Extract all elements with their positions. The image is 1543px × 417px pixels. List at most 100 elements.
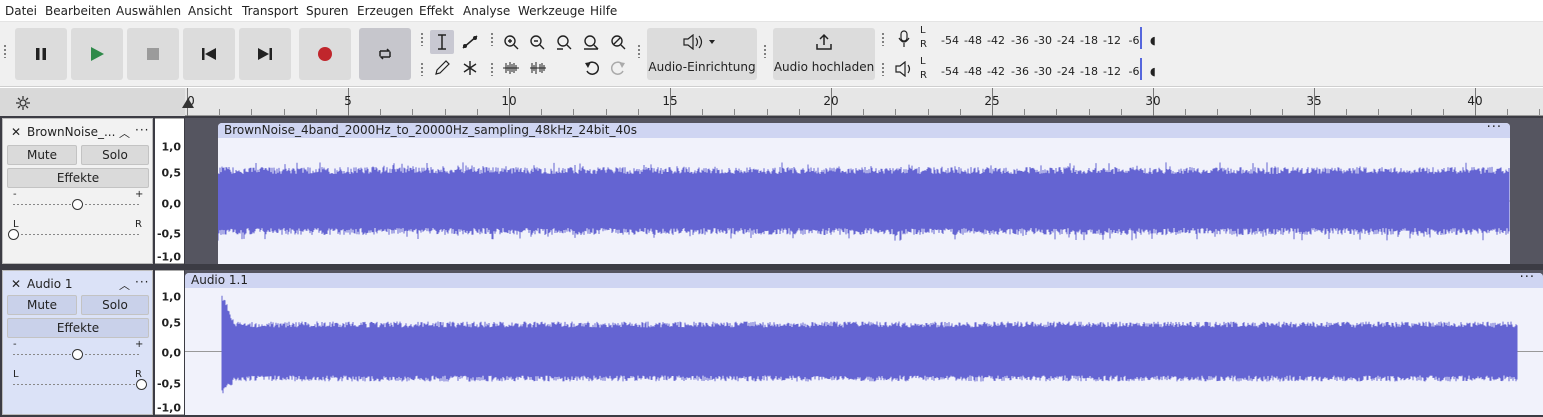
menu-analyse[interactable]: Analyse [463, 4, 510, 18]
multi-tool-button[interactable] [458, 56, 482, 80]
ruler-minor-tick [1346, 109, 1348, 115]
pan-slider-handle[interactable] [136, 379, 147, 390]
toolbar-grip[interactable] [763, 44, 767, 58]
menu-datei[interactable]: Datei [5, 4, 37, 18]
toolbar-grip[interactable] [420, 62, 424, 76]
effects-button[interactable]: Effekte [7, 168, 149, 188]
mute-button[interactable]: Mute [7, 295, 77, 315]
track-name[interactable]: Audio 1 [27, 277, 119, 291]
skip-to-start-button[interactable] [183, 28, 235, 80]
fit-selection-button[interactable] [552, 30, 576, 54]
redo-button[interactable] [606, 56, 630, 80]
skip-to-end-button[interactable] [239, 28, 291, 80]
audio-setup-button[interactable]: Audio-Einrichtung [647, 28, 757, 80]
playback-meter[interactable]: L R -54 -48 -42 -36 -30 -24 -18 -12 -6 ◖ [920, 56, 1166, 84]
ruler-minor-tick [734, 109, 736, 115]
pan-slider[interactable] [13, 384, 141, 385]
toolbar-grip[interactable] [3, 44, 7, 58]
scale-label: 0,0 [161, 197, 182, 211]
timeline-settings-button[interactable] [12, 92, 34, 114]
zoom-out-button[interactable] [525, 30, 549, 54]
selection-tool-button[interactable] [430, 30, 454, 54]
ruler-minor-tick [315, 109, 317, 115]
gain-slider-handle[interactable] [72, 349, 83, 360]
menu-transport[interactable]: Transport [242, 4, 298, 18]
pan-slider[interactable] [13, 234, 141, 235]
toolbar-grip[interactable] [637, 44, 641, 58]
collapse-icon[interactable]: ︿ [119, 277, 130, 293]
menu-ansicht[interactable]: Ansicht [188, 4, 232, 18]
toolbar-grip[interactable] [490, 32, 494, 46]
menu-spuren[interactable]: Spuren [306, 4, 349, 18]
menu-hilfe[interactable]: Hilfe [590, 4, 617, 18]
scale-label: -1,0 [156, 250, 181, 264]
ruler-minor-tick [1281, 109, 1283, 115]
zoom-in-button[interactable] [499, 30, 523, 54]
loop-button[interactable] [359, 28, 411, 80]
record-button[interactable] [299, 28, 351, 80]
scale-label: 1,0 [161, 290, 182, 304]
collapse-icon[interactable]: ︿ [119, 125, 130, 141]
toolbar-grip[interactable] [420, 32, 424, 46]
effects-button[interactable]: Effekte [7, 318, 149, 338]
menu-bearbeiten[interactable]: Bearbeiten [45, 4, 111, 18]
envelope-icon [462, 35, 478, 49]
undo-button[interactable] [580, 56, 604, 80]
silence-selection-button[interactable] [526, 56, 550, 80]
meter-channel-r: R [920, 70, 927, 81]
toolbar-grip[interactable] [490, 62, 494, 76]
clip-title-bar[interactable]: BrownNoise_4band_2000Hz_to_20000Hz_sampl… [218, 123, 1510, 138]
zoom-selection-icon [557, 35, 572, 50]
skip-to-start-icon [202, 48, 216, 60]
waveform-path [218, 162, 1510, 241]
i-beam-icon [438, 34, 446, 50]
track-name[interactable]: BrownNoise_... [27, 125, 119, 139]
ruler-minor-tick [637, 109, 639, 115]
track-control-panel[interactable]: ✕ Audio 1 ︿ ··· Mute Solo Effekte - + L … [2, 270, 153, 415]
trim-outside-button[interactable] [499, 56, 523, 80]
share-audio-button[interactable]: Audio hochladen [773, 28, 875, 80]
amplitude-scale[interactable]: 1,0 0,5 0,0 -0,5 -1,0 [155, 270, 184, 415]
track-control-panel[interactable]: ✕ BrownNoise_... ︿ ··· Mute Solo Effekte… [2, 118, 153, 264]
menu-erzeugen[interactable]: Erzeugen [357, 4, 413, 18]
clip-title-bar[interactable]: Audio 1.1 ··· [185, 273, 1543, 288]
close-track-icon[interactable]: ✕ [11, 125, 21, 139]
envelope-tool-button[interactable] [458, 30, 482, 54]
close-track-icon[interactable]: ✕ [11, 277, 21, 291]
audio-clip[interactable]: Audio 1.1 ··· [185, 273, 1543, 415]
menu-auswaehlen[interactable]: Auswählen [116, 4, 181, 18]
record-meter[interactable]: L R -54 -48 -42 -36 -30 -24 -18 -12 -6 ◖ [920, 25, 1166, 53]
gain-plus-label: + [135, 339, 144, 350]
zoom-toggle-button[interactable] [606, 30, 630, 54]
track-wave-area[interactable]: Audio 1.1 ··· [185, 270, 1543, 415]
toolbar-grip[interactable] [881, 32, 885, 46]
solo-button[interactable]: Solo [81, 295, 149, 315]
menu-effekt[interactable]: Effekt [419, 4, 454, 18]
stop-button[interactable] [127, 28, 179, 80]
track-menu-icon[interactable]: ··· [135, 275, 149, 289]
mute-button[interactable]: Mute [7, 145, 77, 165]
playhead-marker[interactable] [182, 98, 194, 108]
clip-menu-icon[interactable]: ··· [1520, 273, 1535, 285]
gain-slider-handle[interactable] [72, 199, 83, 210]
pause-button[interactable] [15, 28, 67, 80]
clip-menu-icon[interactable]: ··· [1487, 123, 1502, 135]
toolbar-grip[interactable] [881, 62, 885, 76]
meter-tick: -6 [1128, 65, 1140, 78]
menu-werkzeuge[interactable]: Werkzeuge [518, 4, 585, 18]
audio-clip[interactable]: BrownNoise_4band_2000Hz_to_20000Hz_sampl… [218, 123, 1510, 264]
track-wave-area[interactable]: BrownNoise_4band_2000Hz_to_20000Hz_sampl… [185, 118, 1543, 264]
track-menu-icon[interactable]: ··· [135, 123, 149, 137]
amplitude-scale[interactable]: 1,0 0,5 0,0 -0,5 -1,0 [155, 118, 184, 264]
pan-slider-handle[interactable] [8, 229, 19, 240]
draw-tool-button[interactable] [430, 56, 454, 80]
playback-meter-button[interactable] [892, 57, 916, 81]
solo-button[interactable]: Solo [81, 145, 149, 165]
ruler-minor-tick [251, 109, 253, 115]
play-button[interactable] [71, 28, 123, 80]
timeline-scale[interactable]: 0 5 10 15 20 25 30 35 40 [185, 88, 1543, 116]
play-icon [91, 47, 104, 61]
ruler-minor-tick [1088, 109, 1090, 115]
record-meter-button[interactable] [892, 27, 916, 51]
fit-project-button[interactable] [579, 30, 603, 54]
